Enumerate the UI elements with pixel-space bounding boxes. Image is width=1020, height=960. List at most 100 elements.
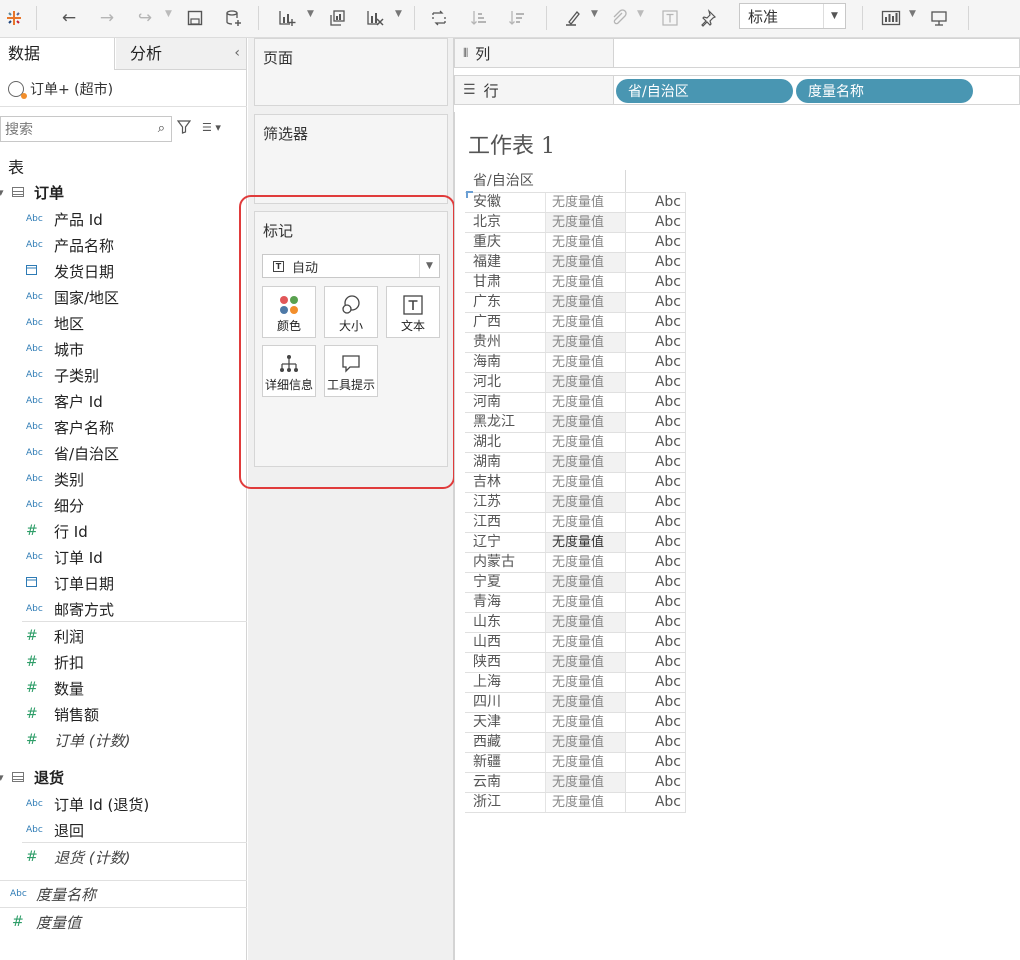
row-header-province[interactable]: 山东 bbox=[465, 613, 545, 633]
duplicate-icon[interactable] bbox=[323, 4, 351, 32]
new-datasource-icon[interactable] bbox=[219, 4, 247, 32]
field-item[interactable]: Abc 产品 Id bbox=[26, 208, 103, 230]
search-input[interactable]: 搜索 ⌕ bbox=[0, 116, 172, 142]
row-header-province[interactable]: 上海 bbox=[465, 673, 545, 693]
field-item[interactable]: Abc 省/自治区 bbox=[26, 442, 119, 464]
measure-name-cell[interactable]: 无度量值 bbox=[545, 613, 625, 633]
row-header-province[interactable]: 重庆 bbox=[465, 233, 545, 253]
table-returns-header[interactable]: ▾ 退货 bbox=[0, 766, 64, 788]
view-options-icon[interactable]: ☰ ▾ bbox=[202, 121, 221, 134]
fit-select[interactable]: 标准 ▼ bbox=[739, 3, 846, 29]
field-item[interactable]: Abc 订单 Id (退货) bbox=[26, 793, 149, 815]
row-header-province[interactable]: 甘肃 bbox=[465, 273, 545, 293]
table-row[interactable]: 重庆 无度量值 Abc bbox=[465, 232, 686, 253]
row-header-province[interactable]: 广东 bbox=[465, 293, 545, 313]
replay-icon[interactable]: ↪ bbox=[131, 4, 159, 32]
table-row[interactable]: 湖南 无度量值 Abc bbox=[465, 452, 686, 473]
table-row[interactable]: 安徽 无度量值 Abc bbox=[465, 192, 686, 213]
table-row[interactable]: 辽宁 无度量值 Abc bbox=[465, 532, 686, 553]
field-item[interactable]: Abc 子类别 bbox=[26, 364, 99, 386]
table-row[interactable]: 广西 无度量值 Abc bbox=[465, 312, 686, 333]
field-item[interactable]: # 订单 (计数) bbox=[26, 729, 130, 751]
row-header-province[interactable]: 海南 bbox=[465, 353, 545, 373]
table-row[interactable]: 吉林 无度量值 Abc bbox=[465, 472, 686, 493]
field-item[interactable]: 发货日期 bbox=[26, 260, 114, 282]
measure-name-cell[interactable]: 无度量值 bbox=[545, 233, 625, 253]
rows-drop-area[interactable]: 省/自治区 度量名称 bbox=[614, 75, 1020, 105]
table-row[interactable]: 河北 无度量值 Abc bbox=[465, 372, 686, 393]
redo-icon[interactable]: → bbox=[93, 4, 121, 32]
value-cell[interactable]: Abc bbox=[625, 553, 686, 573]
row-header-province[interactable]: 黑龙江 bbox=[465, 413, 545, 433]
new-worksheet-icon[interactable] bbox=[273, 4, 301, 32]
table-row[interactable]: 云南 无度量值 Abc bbox=[465, 772, 686, 793]
size-button[interactable]: 大小 bbox=[324, 286, 378, 338]
value-cell[interactable]: Abc bbox=[625, 713, 686, 733]
row-header-province[interactable]: 河北 bbox=[465, 373, 545, 393]
tableau-logo-icon[interactable] bbox=[0, 4, 28, 32]
search-icon[interactable]: ⌕ bbox=[158, 121, 165, 136]
measure-name-cell[interactable]: 无度量值 bbox=[545, 453, 625, 473]
value-cell[interactable]: Abc bbox=[625, 313, 686, 333]
value-cell[interactable]: Abc bbox=[625, 793, 686, 813]
show-me-icon[interactable] bbox=[877, 4, 905, 32]
field-item[interactable]: # 利润 bbox=[26, 625, 84, 647]
row-header-province[interactable]: 内蒙古 bbox=[465, 553, 545, 573]
row-header-province[interactable]: 安徽 bbox=[465, 193, 545, 213]
measure-name-cell[interactable]: 无度量值 bbox=[545, 733, 625, 753]
table-row[interactable]: 新疆 无度量值 Abc bbox=[465, 752, 686, 773]
detail-button[interactable]: 详细信息 bbox=[262, 345, 316, 397]
measure-name-cell[interactable]: 无度量值 bbox=[545, 533, 625, 553]
field-item[interactable]: # 折扣 bbox=[26, 651, 84, 673]
table-row[interactable]: 海南 无度量值 Abc bbox=[465, 352, 686, 373]
datasource-item[interactable]: 订单+ (超市) bbox=[8, 79, 113, 99]
table-row[interactable]: 陕西 无度量值 Abc bbox=[465, 652, 686, 673]
table-row[interactable]: 山西 无度量值 Abc bbox=[465, 632, 686, 653]
highlight-dropdown-icon[interactable]: ▼ bbox=[591, 9, 598, 19]
table-row[interactable]: 上海 无度量值 Abc bbox=[465, 672, 686, 693]
value-cell[interactable]: Abc bbox=[625, 233, 686, 253]
row-header-province[interactable]: 四川 bbox=[465, 693, 545, 713]
highlight-icon[interactable] bbox=[559, 4, 587, 32]
field-item[interactable]: Abc 订单 Id bbox=[26, 546, 103, 568]
field-item[interactable]: Abc 邮寄方式 bbox=[26, 598, 114, 620]
column-header-province[interactable]: 省/自治区 bbox=[465, 170, 625, 192]
measure-name-cell[interactable]: 无度量值 bbox=[545, 593, 625, 613]
measure-name-cell[interactable]: 无度量值 bbox=[545, 473, 625, 493]
value-cell[interactable]: Abc bbox=[625, 473, 686, 493]
sort-asc-icon[interactable] bbox=[465, 4, 493, 32]
value-cell[interactable]: Abc bbox=[625, 333, 686, 353]
row-header-province[interactable]: 江西 bbox=[465, 513, 545, 533]
row-header-province[interactable]: 西藏 bbox=[465, 733, 545, 753]
row-header-province[interactable]: 福建 bbox=[465, 253, 545, 273]
value-cell[interactable]: Abc bbox=[625, 293, 686, 313]
row-header-province[interactable]: 陕西 bbox=[465, 653, 545, 673]
label-icon[interactable] bbox=[656, 4, 684, 32]
measure-name-cell[interactable]: 无度量值 bbox=[545, 333, 625, 353]
table-row[interactable]: 青海 无度量值 Abc bbox=[465, 592, 686, 613]
row-header-province[interactable]: 吉林 bbox=[465, 473, 545, 493]
value-cell[interactable]: Abc bbox=[625, 753, 686, 773]
table-row[interactable]: 内蒙古 无度量值 Abc bbox=[465, 552, 686, 573]
value-cell[interactable]: Abc bbox=[625, 513, 686, 533]
row-header-province[interactable]: 天津 bbox=[465, 713, 545, 733]
swap-icon[interactable] bbox=[425, 4, 453, 32]
new-worksheet-dropdown-icon[interactable]: ▼ bbox=[307, 9, 314, 19]
row-header-province[interactable]: 江苏 bbox=[465, 493, 545, 513]
row-header-province[interactable]: 湖北 bbox=[465, 433, 545, 453]
measure-name-cell[interactable]: 无度量值 bbox=[545, 653, 625, 673]
value-cell[interactable]: Abc bbox=[625, 373, 686, 393]
measure-name-cell[interactable]: 无度量值 bbox=[545, 693, 625, 713]
table-orders-header[interactable]: ▾ 订单 bbox=[0, 181, 64, 203]
group-icon[interactable] bbox=[605, 4, 633, 32]
measure-name-cell[interactable]: 无度量值 bbox=[545, 633, 625, 653]
measure-name-cell[interactable]: 无度量值 bbox=[545, 393, 625, 413]
row-header-province[interactable]: 云南 bbox=[465, 773, 545, 793]
field-measure-values[interactable]: # 度量值 bbox=[12, 911, 81, 933]
clear-dropdown-icon[interactable]: ▼ bbox=[395, 9, 402, 19]
measure-name-cell[interactable]: 无度量值 bbox=[545, 273, 625, 293]
table-row[interactable]: 宁夏 无度量值 Abc bbox=[465, 572, 686, 593]
measure-name-cell[interactable]: 无度量值 bbox=[545, 513, 625, 533]
chevron-down-icon[interactable]: ▼ bbox=[823, 4, 845, 28]
field-item[interactable]: Abc 城市 bbox=[26, 338, 84, 360]
